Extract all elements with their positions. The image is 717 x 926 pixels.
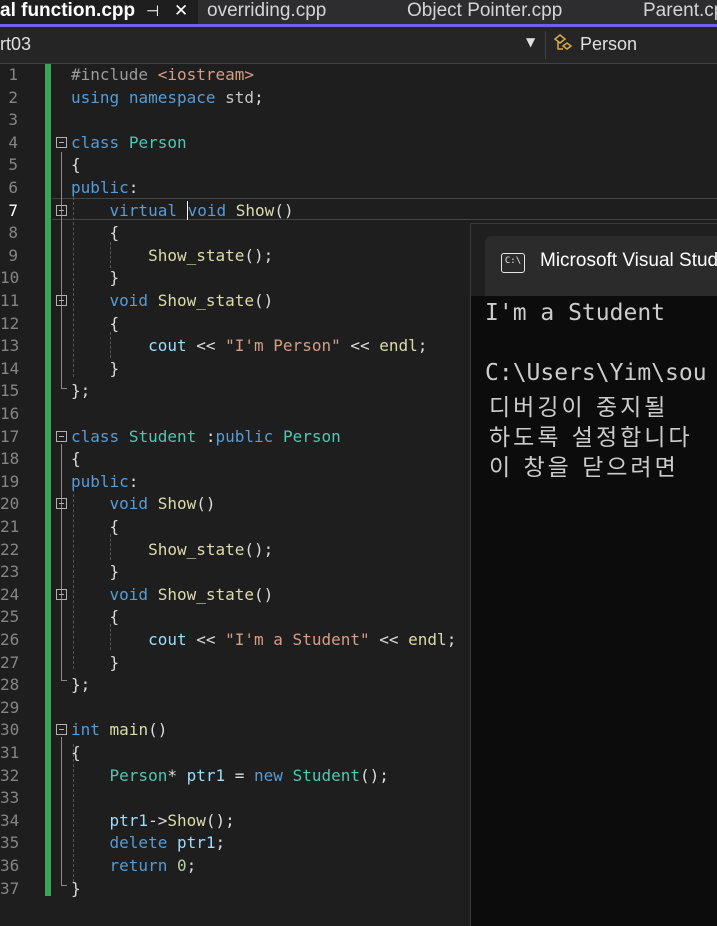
line-number: 15 xyxy=(0,381,20,401)
line-number: 5 xyxy=(8,155,18,175)
line-number: 20 xyxy=(0,494,20,514)
tab-object-pointer[interactable]: Object Pointer.cpp xyxy=(407,0,632,24)
line-number: 17 xyxy=(0,426,20,446)
tab-label: Parent.cp xyxy=(643,0,717,21)
class-icon xyxy=(553,34,573,50)
close-icon[interactable]: ✕ xyxy=(174,0,188,24)
scope-dropdown[interactable]: rt03 ▼ xyxy=(0,27,545,63)
code-line-2: 2 using namespace std; xyxy=(0,87,717,110)
line-number: 21 xyxy=(0,517,20,536)
collapse-icon[interactable] xyxy=(56,724,67,736)
code-line-4: 4 class Person xyxy=(0,132,717,155)
line-number: 37 xyxy=(0,878,20,898)
line-number: 14 xyxy=(0,358,20,378)
line-number: 18 xyxy=(0,449,20,469)
tab-bar: al function.cpp ⊣ ✕ overriding.cpp Objec… xyxy=(0,0,717,24)
console-tab[interactable]: C:\ Microsoft Visual Stud xyxy=(485,236,717,296)
code-line-3: 3 xyxy=(0,109,717,132)
console-output-line: I'm a Student xyxy=(485,300,666,326)
line-number: 23 xyxy=(0,562,20,582)
scope-label: rt03 xyxy=(0,34,32,54)
line-number: 31 xyxy=(0,743,20,762)
console-message-line: 하도록 설정합니다 xyxy=(489,425,693,451)
line-number: 24 xyxy=(0,584,20,604)
line-number: 13 xyxy=(0,336,20,356)
console-titlebar[interactable]: C:\ Microsoft Visual Stud xyxy=(471,224,717,296)
pin-icon[interactable]: ⊣ xyxy=(146,0,159,24)
line-number: 2 xyxy=(8,87,18,107)
line-number: 6 xyxy=(8,178,18,197)
code-line-6: 6 public: xyxy=(0,177,717,200)
tab-label: Object Pointer.cpp xyxy=(407,0,563,21)
console-window[interactable]: C:\ Microsoft Visual Stud I'm a Student … xyxy=(470,223,717,926)
line-number: 32 xyxy=(0,765,20,785)
tab-label: overriding.cpp xyxy=(207,0,327,21)
tab-overriding[interactable]: overriding.cpp xyxy=(207,0,397,24)
line-number: 10 xyxy=(0,268,20,288)
chevron-down-icon: ▼ xyxy=(526,35,536,49)
collapse-icon[interactable] xyxy=(56,498,67,510)
navigation-bar: rt03 ▼ Person xyxy=(0,27,717,64)
collapse-icon[interactable] xyxy=(56,204,67,216)
line-number: 1 xyxy=(8,65,18,84)
line-number: 9 xyxy=(8,245,18,265)
line-number: 3 xyxy=(8,110,18,130)
line-number: 27 xyxy=(0,652,20,672)
line-number: 16 xyxy=(0,404,20,423)
line-number: 36 xyxy=(0,856,20,875)
line-number: 8 xyxy=(8,223,18,243)
collapse-icon[interactable] xyxy=(56,588,67,600)
code-line-1: 1 #include <iostream> xyxy=(0,64,717,87)
line-number: 25 xyxy=(0,607,20,627)
line-number: 33 xyxy=(0,788,20,808)
nav-divider xyxy=(545,31,546,59)
collapse-icon[interactable] xyxy=(56,136,67,148)
tab-parent[interactable]: Parent.cp xyxy=(643,0,717,24)
line-number: 12 xyxy=(0,313,20,333)
console-message-line: 이 창을 닫으려면 xyxy=(489,455,679,481)
console-message-line: 디버깅이 중지될 xyxy=(489,395,669,421)
line-number: 19 xyxy=(0,471,20,491)
line-number: 7 xyxy=(8,200,18,220)
tab-virtual-function[interactable]: al function.cpp xyxy=(0,0,198,24)
line-number: 22 xyxy=(0,539,20,559)
line-number: 30 xyxy=(0,720,20,740)
line-number: 29 xyxy=(0,697,20,717)
line-number: 4 xyxy=(8,132,18,152)
console-path-line: C:\Users\Yim\sou xyxy=(485,360,707,386)
console-output[interactable]: I'm a Student C:\Users\Yim\sou 디버깅이 중지될 … xyxy=(485,296,717,926)
member-label: Person xyxy=(580,34,638,54)
code-line-7: 7 virtual void Show() xyxy=(0,200,717,223)
line-number: 34 xyxy=(0,810,20,830)
collapse-icon[interactable] xyxy=(56,430,67,442)
line-number: 35 xyxy=(0,833,20,853)
line-number: 11 xyxy=(0,291,20,310)
collapse-icon[interactable] xyxy=(56,295,67,306)
line-number: 28 xyxy=(0,675,20,695)
code-line-5: 5{ xyxy=(0,154,717,177)
tab-label: al function.cpp xyxy=(0,0,136,21)
terminal-icon: C:\ xyxy=(501,253,525,273)
console-title: Microsoft Visual Stud xyxy=(540,250,717,271)
line-number: 26 xyxy=(0,630,20,649)
